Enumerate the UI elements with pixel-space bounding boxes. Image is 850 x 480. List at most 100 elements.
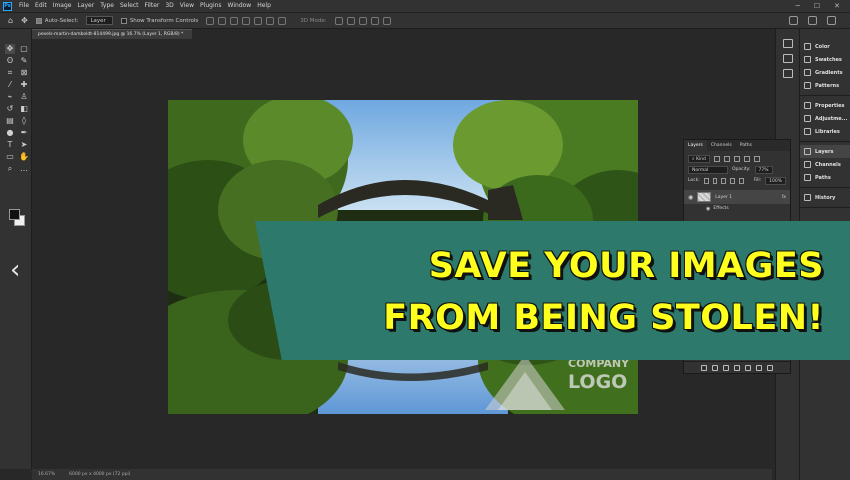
auto-select-checkbox[interactable] xyxy=(35,17,42,24)
lock-transparent-icon[interactable] xyxy=(703,177,709,184)
chevron-left-icon[interactable]: ‹ xyxy=(10,257,20,283)
group-icon[interactable] xyxy=(745,364,751,371)
close-icon[interactable]: ✕ xyxy=(834,2,840,10)
foreground-color-swatch[interactable] xyxy=(9,209,20,220)
kind-filter-dropdown[interactable]: ⌕ Kind xyxy=(688,154,710,163)
path-select-tool-icon[interactable]: ➤ xyxy=(19,140,29,150)
menu-layer[interactable]: Layer xyxy=(74,0,97,12)
properties-icon[interactable] xyxy=(782,39,793,48)
character-icon[interactable] xyxy=(782,54,793,63)
filter-pixel-icon[interactable] xyxy=(713,155,720,162)
history-brush-tool-icon[interactable]: ↺ xyxy=(5,104,15,114)
search-icon[interactable] xyxy=(789,16,798,25)
show-transform-checkbox[interactable] xyxy=(120,17,127,24)
3d-roll-icon[interactable] xyxy=(346,16,355,25)
hand-tool-icon[interactable]: ✋ xyxy=(19,152,29,162)
zoom-tool-icon[interactable]: ⌕ xyxy=(5,164,15,174)
eyedropper-tool-icon[interactable]: ⁄ xyxy=(5,80,15,90)
panel-paths[interactable]: Paths xyxy=(800,171,850,184)
lasso-tool-icon[interactable]: ʘ xyxy=(5,56,15,66)
eye-icon[interactable]: ◉ xyxy=(688,194,693,201)
gradient-tool-icon[interactable]: ▤ xyxy=(5,116,15,126)
align-left-icon[interactable] xyxy=(206,16,215,25)
panel-layers[interactable]: Layers xyxy=(800,145,850,158)
menu-filter[interactable]: Filter xyxy=(142,0,163,12)
panel-gradients[interactable]: Gradients xyxy=(800,66,850,79)
frame-tool-icon[interactable]: ⊠ xyxy=(19,68,29,78)
lock-position-icon[interactable] xyxy=(721,177,727,184)
dodge-tool-icon[interactable]: ● xyxy=(5,128,15,138)
adjustment-layer-icon[interactable] xyxy=(734,364,740,371)
filter-type-icon[interactable] xyxy=(733,155,740,162)
artboard-tool-icon[interactable]: ▢ xyxy=(19,44,29,54)
align-bottom-icon[interactable] xyxy=(266,16,275,25)
opacity-field[interactable]: 77% xyxy=(754,165,773,174)
panel-channels[interactable]: Channels xyxy=(800,158,850,171)
panel-adjustments[interactable]: Adjustme... xyxy=(800,112,850,125)
more-options-icon[interactable] xyxy=(278,16,287,25)
eye-icon[interactable]: ◉ xyxy=(706,206,710,212)
blend-mode-dropdown[interactable]: Normal xyxy=(688,165,728,174)
menu-view[interactable]: View xyxy=(177,0,197,12)
filter-adjustment-icon[interactable] xyxy=(723,155,730,162)
paragraph-icon[interactable] xyxy=(782,69,793,78)
filter-shape-icon[interactable] xyxy=(743,155,750,162)
crop-tool-icon[interactable]: ⌗ xyxy=(5,68,15,78)
move-tool-icon[interactable]: ✥ xyxy=(5,44,15,54)
minimize-icon[interactable]: ─ xyxy=(796,2,800,10)
new-layer-icon[interactable] xyxy=(756,364,762,371)
rectangle-tool-icon[interactable]: ▭ xyxy=(5,152,15,162)
type-tool-icon[interactable]: T xyxy=(5,140,15,150)
3d-slide-icon[interactable] xyxy=(370,16,379,25)
lock-image-icon[interactable] xyxy=(712,177,718,184)
document-tab[interactable]: pexels-martin-damboldt-814499.jpg @ 16.7… xyxy=(32,29,192,39)
panel-history[interactable]: History xyxy=(800,191,850,204)
lock-artboard-icon[interactable] xyxy=(730,177,735,184)
filter-smart-icon[interactable] xyxy=(753,155,760,162)
fill-field[interactable]: 100% xyxy=(765,176,787,185)
share-icon[interactable] xyxy=(827,16,836,25)
move-tool-icon[interactable]: ✥ xyxy=(21,16,28,25)
link-layers-icon[interactable] xyxy=(701,364,707,371)
workspace-icon[interactable] xyxy=(808,16,817,25)
3d-orbit-icon[interactable] xyxy=(334,16,343,25)
menu-3d[interactable]: 3D xyxy=(162,0,176,12)
align-right-icon[interactable] xyxy=(230,16,239,25)
menu-file[interactable]: File xyxy=(16,0,32,12)
menu-edit[interactable]: Edit xyxy=(32,0,50,12)
layer-row[interactable]: ◉ Layer 1 fx xyxy=(684,190,790,204)
maximize-icon[interactable]: ☐ xyxy=(814,2,820,10)
brush-tool-icon[interactable]: ⌁ xyxy=(5,92,15,102)
menu-select[interactable]: Select xyxy=(117,0,142,12)
3d-pan-icon[interactable] xyxy=(358,16,367,25)
align-middle-icon[interactable] xyxy=(254,16,263,25)
home-icon[interactable]: ⌂ xyxy=(8,16,13,25)
eraser-tool-icon[interactable]: ◧ xyxy=(19,104,29,114)
menu-window[interactable]: Window xyxy=(225,0,255,12)
fx-badge[interactable]: fx xyxy=(782,195,786,200)
tab-paths[interactable]: Paths xyxy=(736,140,756,151)
menu-type[interactable]: Type xyxy=(97,0,117,12)
blur-tool-icon[interactable]: ◊ xyxy=(19,116,29,126)
align-center-icon[interactable] xyxy=(218,16,227,25)
more-tools-icon[interactable]: … xyxy=(19,164,29,174)
menu-image[interactable]: Image xyxy=(50,0,75,12)
panel-swatches[interactable]: Swatches xyxy=(800,53,850,66)
panel-properties[interactable]: Properties xyxy=(800,99,850,112)
panel-color[interactable]: Color xyxy=(800,40,850,53)
menu-help[interactable]: Help xyxy=(254,0,274,12)
panel-patterns[interactable]: Patterns xyxy=(800,79,850,92)
trash-icon[interactable] xyxy=(767,364,773,371)
photoshop-logo-icon[interactable]: Ps xyxy=(3,1,12,11)
tab-channels[interactable]: Channels xyxy=(707,140,736,151)
clone-stamp-tool-icon[interactable]: ♙ xyxy=(19,92,29,102)
lock-all-icon[interactable] xyxy=(738,177,744,184)
mask-icon[interactable] xyxy=(723,364,729,371)
panel-libraries[interactable]: Libraries xyxy=(800,125,850,138)
menu-plugins[interactable]: Plugins xyxy=(197,0,225,12)
3d-scale-icon[interactable] xyxy=(382,16,391,25)
fx-icon[interactable] xyxy=(712,364,718,371)
tab-layers[interactable]: Layers xyxy=(684,140,707,151)
zoom-level[interactable]: 16.67% xyxy=(38,472,55,477)
healing-brush-tool-icon[interactable]: ✚ xyxy=(19,80,29,90)
